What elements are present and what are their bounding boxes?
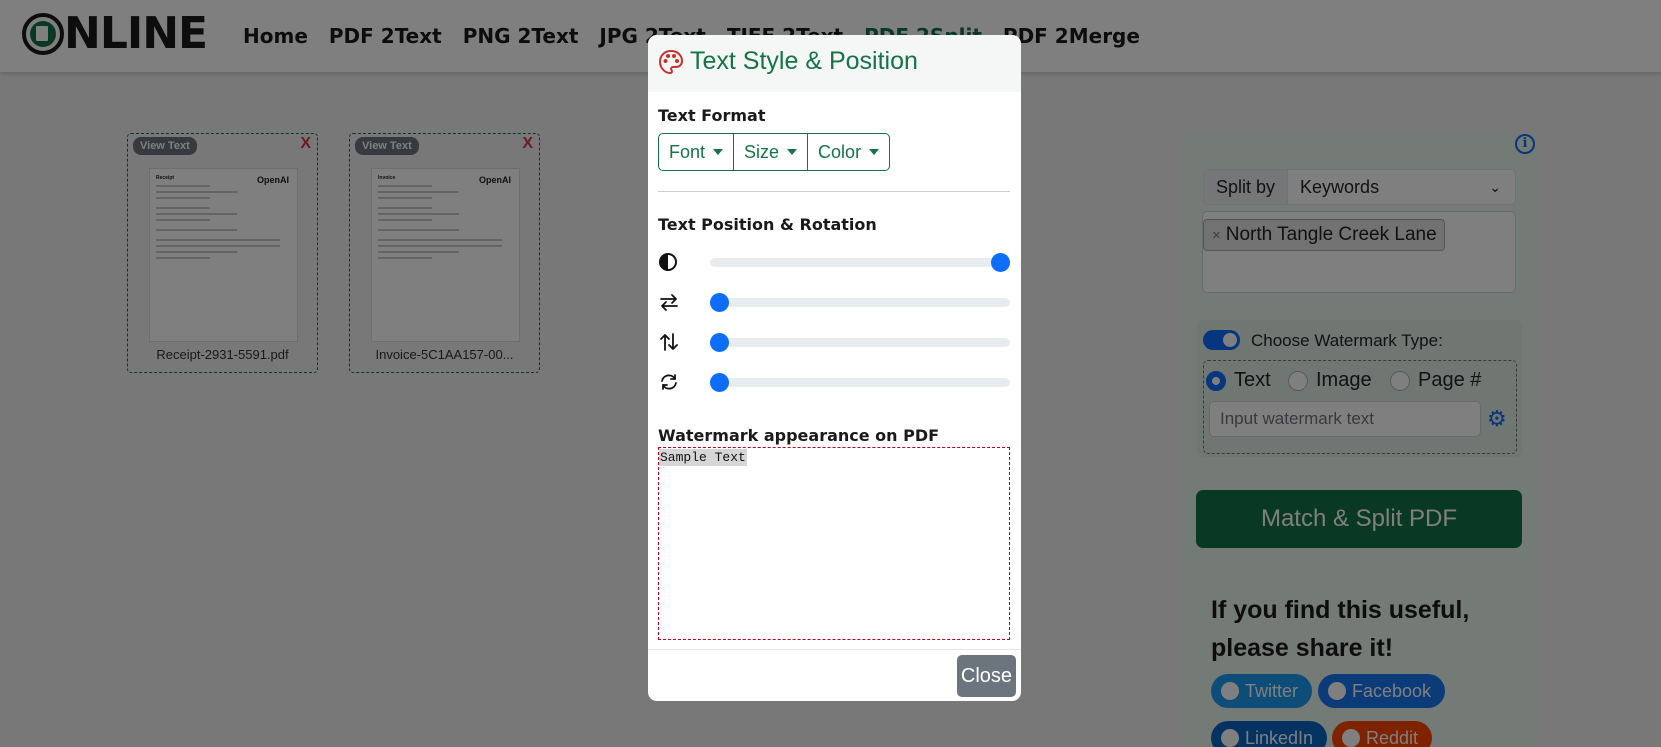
preview-sample-text[interactable]: Sample Text [659, 449, 747, 466]
slider-track[interactable] [710, 378, 1010, 387]
slider-track[interactable] [710, 258, 1010, 267]
contrast-icon [659, 253, 677, 271]
slider-track[interactable] [710, 298, 1010, 307]
arrows-vertical-icon [660, 333, 678, 351]
color-dropdown[interactable]: Color [808, 134, 889, 170]
modal-footer-divider [648, 649, 1021, 650]
modal-title: Text Style & Position [690, 47, 918, 75]
opacity-slider[interactable] [658, 250, 1010, 274]
position-heading: Text Position & Rotation [658, 215, 877, 234]
horizontal-position-slider[interactable] [658, 290, 1010, 314]
divider [658, 191, 1010, 192]
format-button-group: Font Size Color [658, 133, 891, 171]
caret-down-icon [713, 149, 724, 155]
size-dropdown[interactable]: Size [734, 134, 809, 170]
caret-down-icon [869, 149, 880, 155]
close-button[interactable]: Close [957, 655, 1016, 697]
caret-down-icon [787, 149, 798, 155]
preview-heading: Watermark appearance on PDF [658, 426, 940, 445]
slider-thumb[interactable] [710, 333, 729, 352]
watermark-preview: Sample Text [658, 447, 1010, 640]
slider-thumb[interactable] [710, 373, 729, 392]
slider-thumb[interactable] [991, 253, 1010, 272]
arrows-horizontal-icon [660, 294, 678, 311]
rotation-slider[interactable] [658, 370, 1010, 394]
rotate-icon [661, 374, 677, 390]
modal-header: Text Style & Position [648, 35, 1021, 92]
font-dropdown[interactable]: Font [659, 134, 735, 170]
slider-thumb[interactable] [710, 293, 729, 312]
vertical-position-slider[interactable] [658, 330, 1010, 354]
text-style-modal: Text Style & Position Text Format Font S… [648, 35, 1021, 701]
slider-track[interactable] [710, 338, 1010, 347]
text-format-heading: Text Format [658, 106, 766, 125]
palette-icon [658, 49, 684, 75]
